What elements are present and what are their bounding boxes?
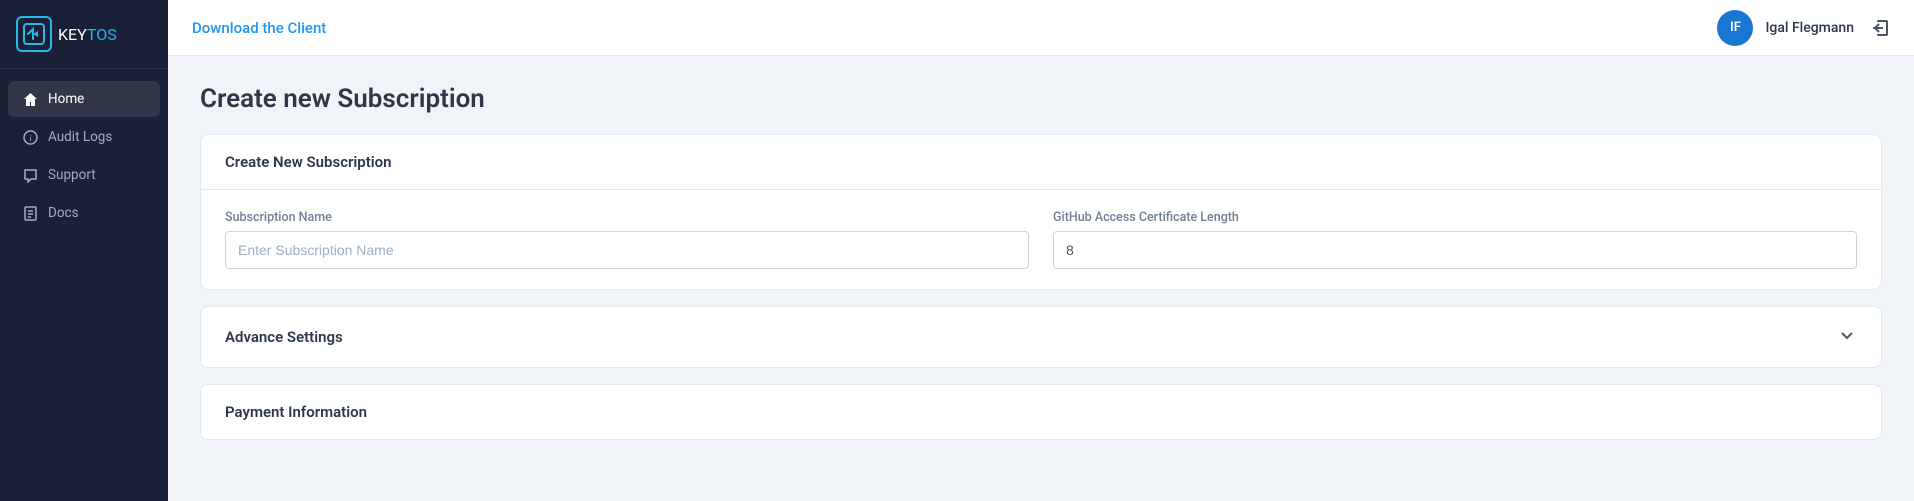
sidebar-nav: Home i Audit Logs Support [0,69,168,243]
create-subscription-card-header: Create New Subscription [201,135,1881,190]
logo-icon [16,16,52,52]
list-icon: i [22,129,38,145]
github-cert-input[interactable] [1053,231,1857,269]
sidebar-item-audit-logs[interactable]: i Audit Logs [8,119,160,155]
sidebar: KEYTOS Home i Audit Logs [0,0,168,501]
sidebar-item-home-label: Home [48,91,84,107]
github-cert-label: GitHub Access Certificate Length [1053,210,1857,225]
sidebar-item-docs-label: Docs [48,205,79,221]
home-icon [22,91,38,107]
page-content: Create new Subscription Create New Subsc… [168,56,1914,501]
logo-text: KEYTOS [58,25,117,44]
header: Download the Client IF Igal Flegmann [168,0,1914,56]
sidebar-item-home[interactable]: Home [8,81,160,117]
download-client-link[interactable]: Download the Client [192,19,326,37]
logo-container: KEYTOS [0,0,168,69]
user-name: Igal Flegmann [1765,20,1854,36]
logo-tos-part: TOS [87,25,117,44]
chevron-down-icon [1837,325,1857,349]
user-avatar: IF [1717,10,1753,46]
advance-settings-header[interactable]: Advance Settings [201,307,1881,367]
create-subscription-card: Create New Subscription Subscription Nam… [200,134,1882,290]
subscription-name-group: Subscription Name [225,210,1029,269]
subscription-name-label: Subscription Name [225,210,1029,225]
logo-key-part: KEY [58,25,87,44]
sidebar-item-support[interactable]: Support [8,157,160,193]
svg-text:i: i [29,134,31,143]
header-right: IF Igal Flegmann [1717,10,1890,46]
page-title: Create new Subscription [200,84,1882,114]
payment-information-card: Payment Information [200,384,1882,440]
sidebar-item-audit-logs-label: Audit Logs [48,129,112,145]
docs-icon [22,205,38,221]
create-subscription-card-body: Subscription Name GitHub Access Certific… [201,190,1881,289]
github-cert-group: GitHub Access Certificate Length [1053,210,1857,269]
sidebar-item-docs[interactable]: Docs [8,195,160,231]
header-left: Download the Client [192,19,326,37]
message-icon [22,167,38,183]
subscription-name-input[interactable] [225,231,1029,269]
main-content: Download the Client IF Igal Flegmann Cre… [168,0,1914,501]
advance-settings-card: Advance Settings [200,306,1882,368]
payment-information-header: Payment Information [201,385,1881,439]
subscription-form-row: Subscription Name GitHub Access Certific… [225,210,1857,269]
logout-button[interactable] [1870,18,1890,38]
advance-settings-title: Advance Settings [225,328,343,346]
sidebar-item-support-label: Support [48,167,96,183]
